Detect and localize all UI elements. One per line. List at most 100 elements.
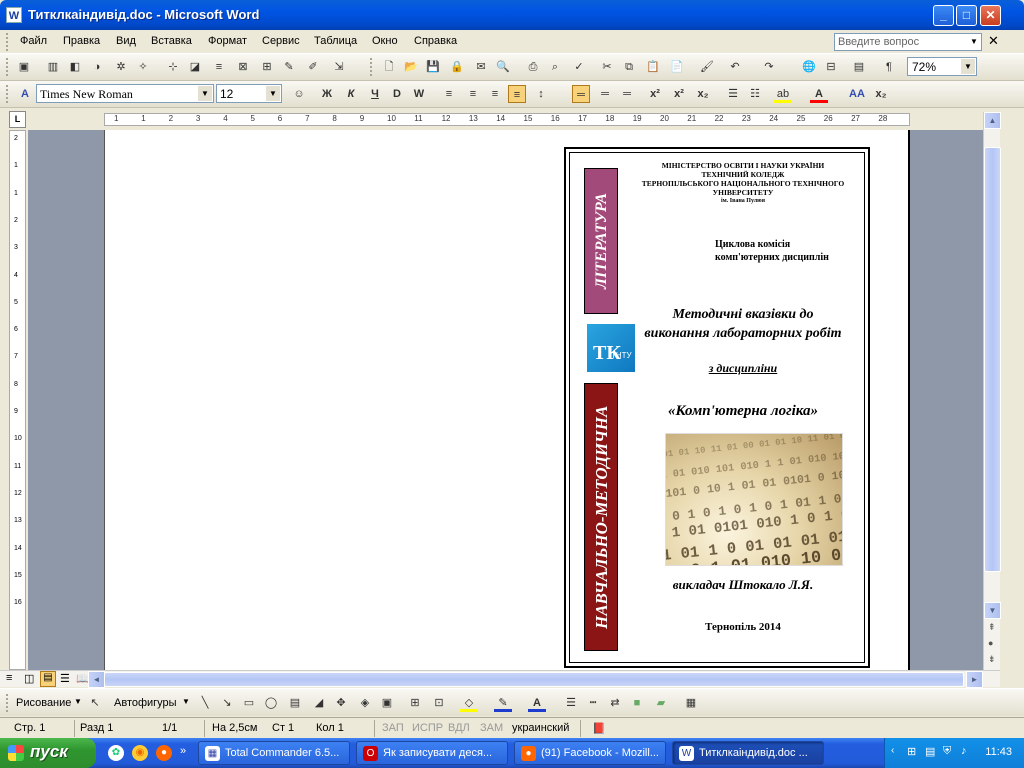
permission-icon[interactable]: 🔒	[448, 58, 466, 76]
subscript-icon[interactable]: x₂	[694, 85, 712, 103]
tray-expand-icon[interactable]: ‹	[891, 745, 894, 756]
task-total-commander[interactable]: ▦ Total Commander 6.5...	[198, 741, 350, 765]
task-opera[interactable]: O Як записувати деся...	[356, 741, 508, 765]
smiley-icon[interactable]: ☺	[290, 85, 308, 103]
transparent-icon[interactable]: ✎	[280, 58, 298, 76]
superscript-icon[interactable]: x²	[646, 85, 664, 103]
document-page[interactable]: ЛІТЕРАТУРА ТК ТНТУ НАВЧАЛЬНО-МЕТОДИЧНА М…	[104, 130, 910, 670]
tables-borders-icon[interactable]: ⊟	[822, 58, 840, 76]
clipboard-icon[interactable]: 📄	[668, 58, 686, 76]
next-page-icon[interactable]: ⇟	[988, 654, 996, 665]
menu-tools[interactable]: Сервис	[262, 35, 300, 47]
crop-icon[interactable]: ⊹	[164, 58, 182, 76]
volume-icon[interactable]: ♪	[961, 745, 967, 757]
justify-icon[interactable]: ≡	[508, 85, 526, 103]
draw-font-color-icon[interactable]: A	[528, 694, 546, 712]
network-icon[interactable]: ⊞	[907, 745, 916, 758]
status-language[interactable]: украинский	[512, 722, 569, 734]
underline-button[interactable]: Ч	[366, 85, 384, 103]
styles-icon[interactable]: A	[16, 85, 34, 103]
compress-icon[interactable]: ⊠	[234, 58, 252, 76]
normal-view-icon[interactable]: ≡	[6, 672, 12, 684]
chevron-down-icon[interactable]: ▼	[961, 59, 975, 74]
web-view-icon[interactable]: ◫	[24, 672, 34, 685]
chevron-down-icon[interactable]: ▼	[182, 697, 190, 706]
horizontal-scrollbar[interactable]: ≡ ◫ ▤ ☰ 📖 ◄ ►	[0, 670, 1000, 688]
menu-edit[interactable]: Правка	[63, 35, 100, 47]
keyboard-icon[interactable]: ▤	[925, 745, 935, 758]
menu-help[interactable]: Справка	[414, 35, 457, 47]
picture-icon[interactable]: ▣	[15, 58, 33, 76]
firefox-icon[interactable]: ●	[156, 745, 172, 761]
bullet-list-icon[interactable]: ☷	[746, 85, 764, 103]
task-firefox[interactable]: ● (91) Facebook - Mozill...	[514, 741, 666, 765]
line-triple-icon[interactable]: ═	[618, 85, 636, 103]
status-rec[interactable]: ЗАП	[382, 722, 404, 734]
line-spacing-icon[interactable]: ↕	[532, 85, 550, 103]
menu-window[interactable]: Окно	[372, 35, 398, 47]
clipart-icon[interactable]: ◈	[356, 694, 374, 712]
prev-page-icon[interactable]: ⇞	[988, 622, 996, 633]
open-folder-icon[interactable]: 📂	[402, 58, 420, 76]
quicklaunch-icon[interactable]: ✿	[108, 745, 124, 761]
task-word[interactable]: W Титклкаіндивід.doc ...	[672, 741, 824, 765]
draw-menu-button[interactable]: Рисование	[16, 697, 71, 709]
grid-icon[interactable]: ▦	[682, 694, 700, 712]
text-wrap-icon[interactable]: ◪	[186, 58, 204, 76]
arrow-icon[interactable]: ↘	[218, 694, 236, 712]
line-icon[interactable]: ╲	[196, 694, 214, 712]
print-icon[interactable]: ⎙	[524, 58, 542, 76]
toolbar-grip[interactable]	[6, 694, 10, 712]
vertical-scrollbar[interactable]: ▲ ▼ ⇞ ● ⇟	[983, 112, 1001, 670]
horizontal-scroll-thumb[interactable]	[104, 672, 964, 687]
security-icon[interactable]: ⛨	[943, 745, 951, 758]
email-icon[interactable]: ✉	[472, 58, 490, 76]
diagram-icon[interactable]: ✥	[332, 694, 350, 712]
more-icon[interactable]: ⇲	[330, 58, 348, 76]
browse-object-icon[interactable]: ●	[988, 638, 993, 648]
print-layout-icon[interactable]: ▤	[40, 671, 56, 687]
close-button[interactable]: ✕	[980, 5, 1001, 26]
copy-icon[interactable]: ⧉	[620, 58, 638, 76]
toolbar-grip[interactable]	[6, 85, 10, 103]
line-color-icon[interactable]: ✎	[494, 694, 512, 712]
autoshapes-button[interactable]: Автофигуры	[114, 697, 177, 709]
format-picture-icon[interactable]: ⊞	[258, 58, 276, 76]
shape-icon[interactable]: ◧	[66, 58, 84, 76]
line-weight-icon[interactable]: ☰	[562, 694, 580, 712]
zoom-select[interactable]: 72% ▼	[907, 57, 977, 76]
ungroup-icon[interactable]: ⊡	[430, 694, 448, 712]
shadow-icon[interactable]: ■	[628, 694, 646, 712]
align-right-icon[interactable]: ≡	[486, 85, 504, 103]
line-single-icon[interactable]: ═	[572, 85, 590, 103]
spelling-icon[interactable]: ✓	[570, 58, 588, 76]
menu-insert[interactable]: Вставка	[151, 35, 192, 47]
toolbar-grip[interactable]	[370, 58, 374, 76]
align-center-icon[interactable]: ≡	[464, 85, 482, 103]
save-icon[interactable]: 💾	[424, 58, 442, 76]
wordart-icon[interactable]: W	[410, 85, 428, 103]
new-document-icon[interactable]: 🗋	[380, 58, 398, 76]
rectangle-icon[interactable]: ▭	[240, 694, 258, 712]
hyperlink-icon[interactable]: 🌐	[800, 58, 818, 76]
styles-formatting-icon[interactable]: AA	[848, 85, 866, 103]
numbered-list-icon[interactable]: ☰	[724, 85, 742, 103]
reset-picture-icon[interactable]: ✐	[304, 58, 322, 76]
sparkle-icon[interactable]: ✧	[134, 58, 152, 76]
format-painter-icon[interactable]: 🖌	[698, 58, 716, 76]
oval-icon[interactable]: ◯	[262, 694, 280, 712]
font-color-icon[interactable]: A	[810, 85, 828, 103]
menu-format[interactable]: Формат	[208, 35, 247, 47]
scroll-left-icon[interactable]: ◄	[88, 671, 105, 688]
font-name-select[interactable]: Times New Roman ▼	[36, 84, 214, 103]
insert-picture-icon[interactable]: ▣	[378, 694, 396, 712]
chevron-down-icon[interactable]: ▼	[74, 697, 82, 706]
redo-icon[interactable]: ↷	[760, 58, 778, 76]
circle-icon[interactable]: ◑	[88, 58, 106, 76]
columns-icon[interactable]: ▥	[44, 58, 62, 76]
superscript2-icon[interactable]: x²	[670, 85, 688, 103]
maximize-button[interactable]: □	[956, 5, 977, 26]
spelling-status-icon[interactable]: 📕	[592, 722, 606, 735]
toolbar-grip[interactable]	[6, 33, 10, 51]
chevron-down-icon[interactable]: ▼	[266, 86, 280, 101]
